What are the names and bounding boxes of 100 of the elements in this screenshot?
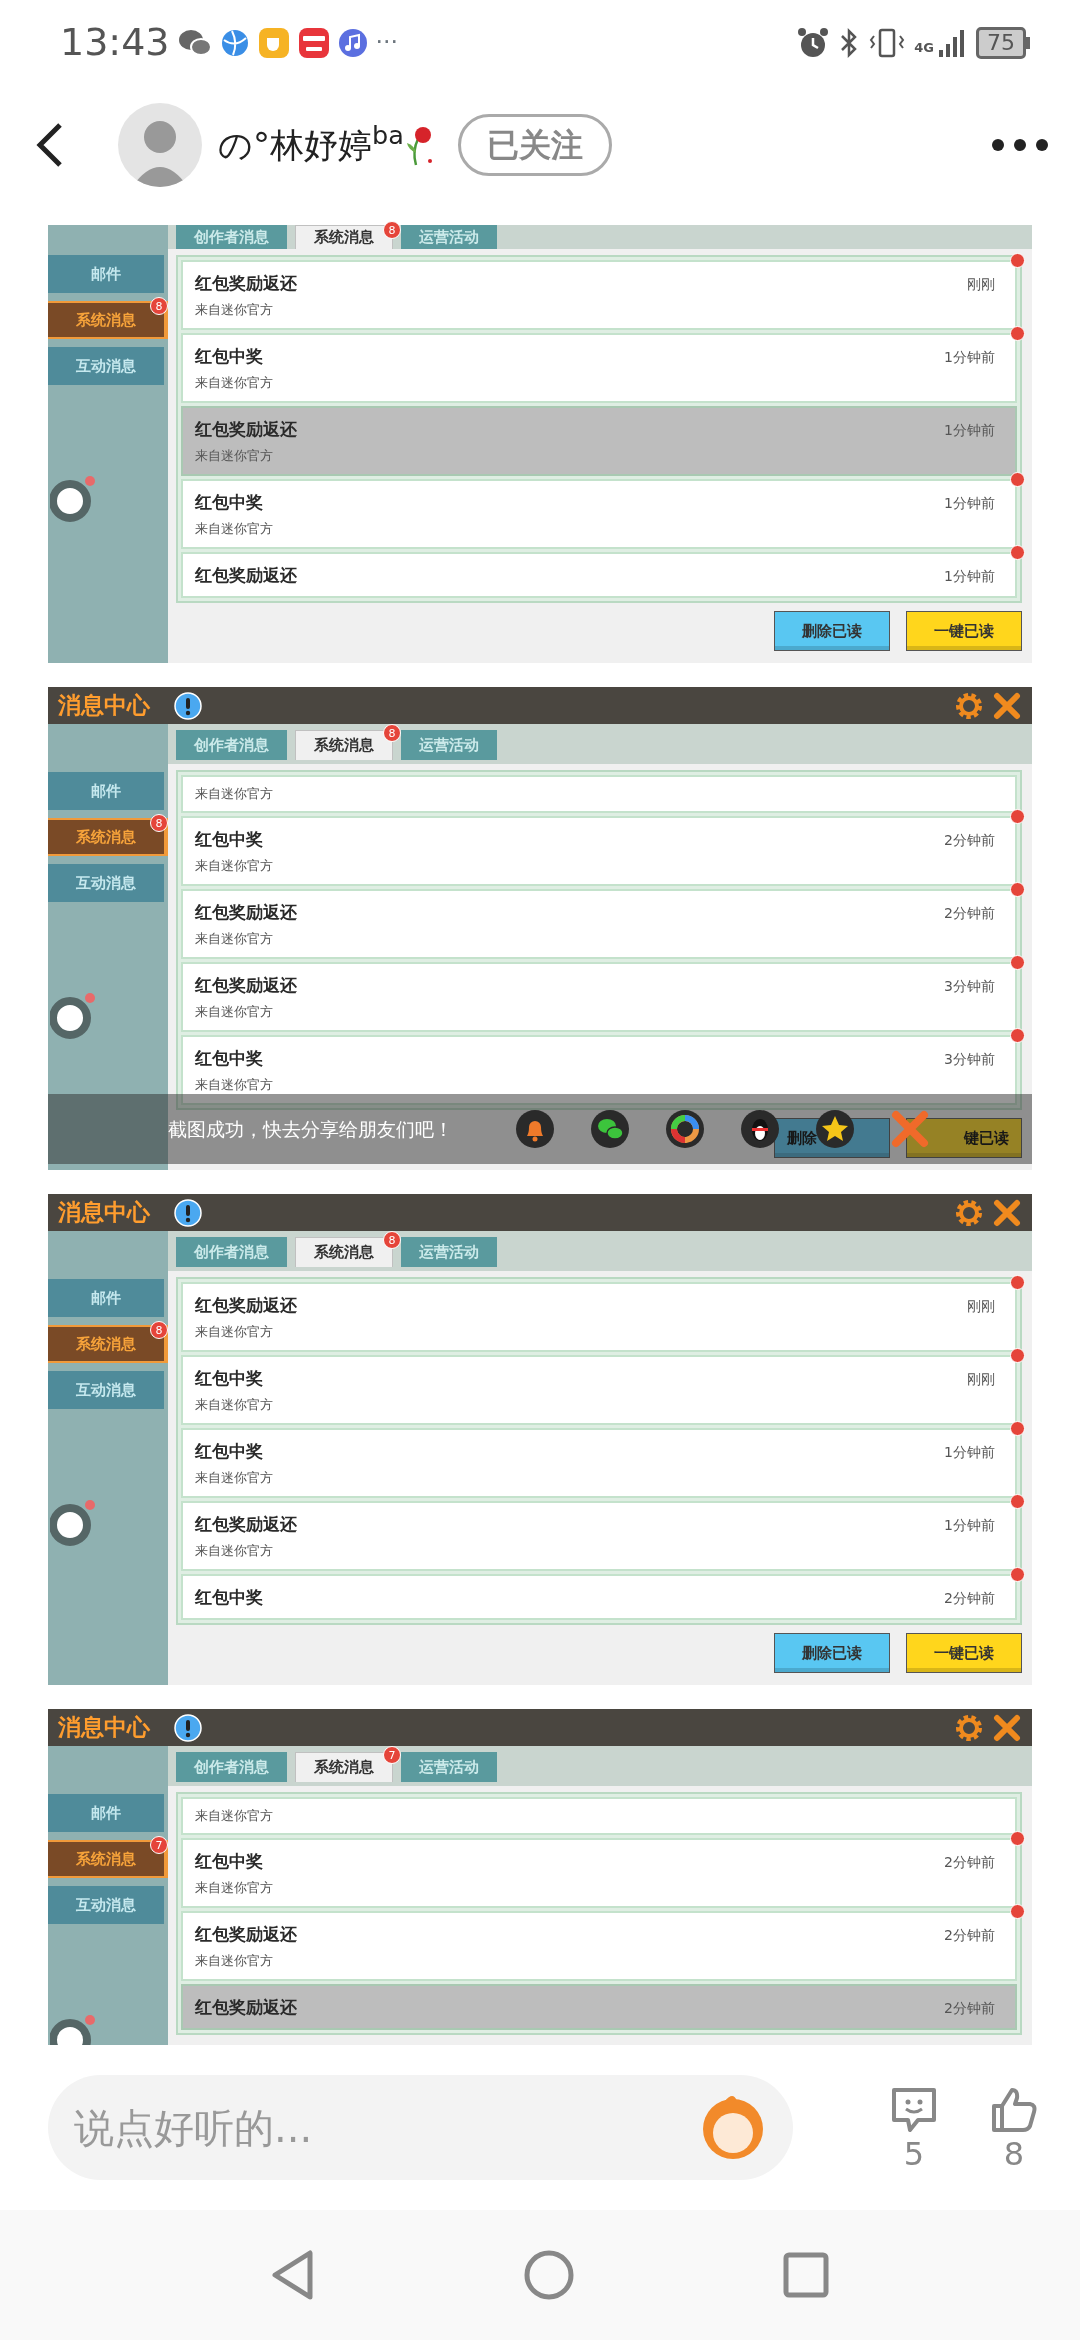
globe-icon [219,27,250,58]
delete-read-button[interactable]: 删除已读 [774,1633,890,1673]
message-row[interactable]: 红包中奖 来自迷你官方 2分钟前 [181,1838,1017,1908]
home-icon[interactable] [523,2249,575,2301]
close-icon[interactable] [992,690,1022,721]
message-source: 来自迷你官方 [195,1807,273,1825]
close-icon[interactable] [992,1197,1022,1228]
delete-read-button[interactable]: 删除已读 [774,611,890,651]
message-source: 来自迷你官方 [195,374,273,392]
battery-level: 75 [976,26,1026,59]
message-row[interactable]: 红包奖励返还 来自迷你官方 刚刚 [181,260,1017,330]
message-row[interactable]: 红包中奖 来自迷你官方 1分钟前 [181,333,1017,403]
count-badge: 8 [150,814,168,832]
message-source: 来自迷你官方 [195,520,273,538]
message-row[interactable]: 红包中奖 2分钟前 [181,1574,1017,1620]
message-row[interactable]: 红包奖励返还 1分钟前 [181,552,1017,598]
share-message: 截图成功，快去分享给朋友们吧！ [168,1116,454,1142]
close-icon[interactable] [992,1712,1022,1743]
message-row[interactable]: 红包中奖 来自迷你官方 1分钟前 [181,479,1017,549]
message-row[interactable]: 红包奖励返还 来自迷你官方 2分钟前 [181,1911,1017,1981]
count-badge: 8 [383,221,401,239]
clock-time: 13:43 [60,19,170,66]
message-row[interactable]: 红包奖励返还 来自迷你官方 1分钟前 [181,1501,1017,1571]
message-time: 刚刚 [967,275,995,294]
message-row[interactable]: 红包中奖 来自迷你官方 刚刚 [181,1355,1017,1425]
message-row[interactable]: 红包中奖 来自迷你官方 1分钟前 [181,1428,1017,1498]
message-source: 来自迷你官方 [195,447,274,465]
count-badge: 8 [150,297,168,315]
recents-icon[interactable] [782,2251,830,2299]
more-icon[interactable] [990,137,1050,153]
mark-all-read-button[interactable]: 一键已读 [906,1633,1022,1673]
count-badge: 8 [383,1231,401,1249]
follow-button[interactable]: 已关注 [457,114,612,176]
message-time: 1分钟前 [944,494,995,513]
message-row[interactable]: 红包奖励返还 来自迷你官方 刚刚 [181,1282,1017,1352]
mark-all-read-button[interactable]: 一键已读 [906,611,1022,651]
message-row[interactable]: 来自迷你官方 [181,775,1017,813]
bell-icon[interactable] [515,1109,555,1149]
message-time: 2分钟前 [944,1999,995,2018]
message-row[interactable]: 红包奖励返还 来自迷你官方 2分钟前 [181,889,1017,959]
alarm-icon [796,25,831,60]
message-title: 红包奖励返还 [195,1513,297,1535]
message-source: 来自迷你官方 [195,1323,274,1341]
panel-title: 消息中心 [58,1198,150,1228]
message-row[interactable]: 红包奖励返还 来自迷你官方 1分钟前 [181,406,1017,476]
message-row[interactable]: 红包奖励返还 2分钟前 [181,1984,1017,2030]
chat-bubbles-icon[interactable] [590,1109,630,1149]
message-title: 红包奖励返还 [195,1996,297,2018]
info-icon[interactable] [174,1198,202,1227]
message-time: 刚刚 [967,1370,995,1389]
message-source: 来自迷你官方 [195,301,274,319]
count-badge: 8 [150,1321,168,1339]
like-count: 8 [1003,2135,1025,2172]
message-time: 1分钟前 [944,421,995,440]
message-time: 刚刚 [967,1297,995,1316]
settings-icon[interactable] [954,1197,984,1228]
music-icon [337,27,368,58]
message-source: 来自迷你官方 [195,1076,273,1094]
message-title: 红包中奖 [195,828,264,850]
message-row[interactable]: 红包奖励返还 来自迷你官方 3分钟前 [181,962,1017,1032]
message-time: 2分钟前 [944,831,995,850]
message-time: 1分钟前 [944,1443,995,1462]
settings-icon[interactable] [954,690,984,721]
message-time: 3分钟前 [944,977,995,996]
message-row[interactable]: 红包中奖 来自迷你官方 2分钟前 [181,816,1017,886]
message-time: 1分钟前 [944,567,995,586]
penguin-icon[interactable] [740,1109,780,1149]
message-title: 红包奖励返还 [195,901,297,923]
message-source: 来自迷你官方 [195,857,273,875]
user-name[interactable]: の°林妤婷$^{ba}$ [218,119,404,171]
message-time: 3分钟前 [944,1050,995,1069]
message-source: 来自迷你官方 [195,785,273,803]
message-source: 来自迷你官方 [195,1003,274,1021]
network-label: 4G [914,39,934,57]
settings-icon[interactable] [954,1712,984,1743]
message-row[interactable]: 红包中奖 来自迷你官方 3分钟前 [181,1035,1017,1105]
message-title: 红包中奖 [195,1440,264,1462]
message-time: 2分钟前 [944,904,995,923]
message-title: 红包中奖 [195,491,264,513]
message-source: 来自迷你官方 [195,1469,273,1487]
message-title: 红包中奖 [195,1367,264,1389]
message-time: 2分钟前 [944,1853,995,1872]
message-source: 来自迷你官方 [195,930,274,948]
color-wheel-icon[interactable] [665,1109,705,1149]
panel-title: 消息中心 [58,691,150,721]
message-title: 红包中奖 [195,345,264,367]
message-time: 1分钟前 [944,1516,995,1535]
message-title: 红包奖励返还 [195,1923,297,1945]
info-icon[interactable] [174,691,202,720]
message-row[interactable]: 来自迷你官方 [181,1797,1017,1835]
comment-count: 5 [903,2135,925,2172]
more-indicator: ··· [375,26,399,58]
app-icon [297,26,330,59]
message-source: 来自迷你官方 [195,1542,274,1560]
mark-all-read-button[interactable]: 键已读 [906,1118,1022,1158]
message-source: 来自迷你官方 [195,1396,273,1414]
comment-input[interactable]: 说点好听的... [48,2075,793,2180]
message-title: 红包奖励返还 [195,418,297,440]
info-icon[interactable] [174,1713,202,1742]
panel-title: 消息中心 [58,1713,150,1743]
